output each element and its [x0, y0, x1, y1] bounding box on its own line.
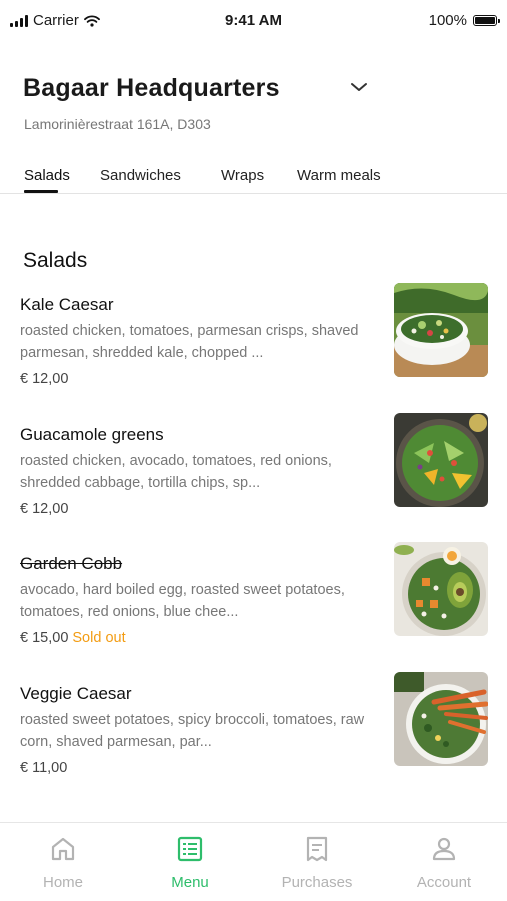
- item-name: Garden Cobb: [20, 554, 123, 573]
- nav-item-purchases[interactable]: Purchases: [254, 823, 380, 901]
- item-price-row: € 11,00: [20, 760, 67, 776]
- item-image-garden-cobb: [394, 542, 488, 636]
- item-name: Veggie Caesar: [20, 684, 132, 703]
- item-description: roasted sweet potatoes, spicy broccoli, …: [20, 709, 370, 753]
- nav-item-home[interactable]: Home: [0, 823, 126, 901]
- status-right: 100%: [428, 12, 500, 29]
- nav-item-account[interactable]: Account: [381, 823, 507, 901]
- tab-warm-meals[interactable]: Warm meals: [297, 167, 381, 184]
- receipt-icon: [306, 836, 328, 862]
- menu-item[interactable]: Veggie Caesar roasted sweet potatoes, sp…: [0, 672, 507, 796]
- item-description: avocado, hard boiled egg, roasted sweet …: [20, 579, 370, 623]
- item-description-line: parmesan, shredded kale, chopped ...: [20, 345, 264, 361]
- item-price-row: € 12,00: [20, 371, 68, 387]
- chevron-down-icon: [351, 83, 367, 91]
- battery-icon: [473, 15, 500, 26]
- section-title: Salads: [23, 249, 88, 272]
- home-icon: [51, 837, 75, 861]
- bottom-navigation: Home Menu Purchases Account: [0, 822, 507, 901]
- location-header: Bagaar Headquarters Lamorinièrestraat 16…: [0, 62, 507, 142]
- nav-item-menu[interactable]: Menu: [127, 823, 253, 901]
- item-price-row: € 15,00 Sold out: [20, 630, 126, 646]
- item-name: Guacamole greens: [20, 425, 164, 444]
- nav-label: Home: [42, 874, 83, 891]
- location-title[interactable]: Bagaar Headquarters: [23, 74, 280, 103]
- tab-salads[interactable]: Salads: [24, 167, 70, 184]
- menu-icon: [177, 836, 203, 862]
- item-description-line: roasted chicken, tomatoes, parmesan cris…: [20, 323, 359, 339]
- nav-label: Menu: [171, 874, 209, 891]
- item-image-kale-caesar: [394, 283, 488, 377]
- tab-wraps[interactable]: Wraps: [221, 167, 264, 184]
- item-image-guacamole-greens: [394, 413, 488, 507]
- item-description-line: tomatoes, red onions, blue chee...: [20, 604, 239, 620]
- item-description-line: avocado, hard boiled egg, roasted sweet …: [20, 582, 345, 598]
- sold-out-badge: Sold out: [72, 630, 126, 646]
- menu-item[interactable]: Guacamole greens roasted chicken, avocad…: [0, 413, 507, 537]
- nav-label: Account: [416, 874, 472, 891]
- item-description: roasted chicken, tomatoes, parmesan cris…: [20, 320, 370, 364]
- account-icon: [432, 837, 456, 861]
- item-description-line: roasted chicken, avocado, tomatoes, red …: [20, 453, 332, 469]
- location-dropdown-button[interactable]: [348, 80, 370, 96]
- nav-label: Purchases: [281, 874, 353, 891]
- status-bar: Carrier 9:41 AM 100%: [0, 0, 507, 44]
- item-name: Kale Caesar: [20, 295, 114, 314]
- item-price: € 15,00: [20, 630, 69, 646]
- active-tab-indicator: [24, 190, 58, 193]
- item-price: € 11,00: [20, 760, 68, 776]
- tab-sandwiches[interactable]: Sandwiches: [100, 167, 181, 184]
- item-description-line: shredded cabbage, tortilla chips, sp...: [20, 475, 261, 491]
- menu-item[interactable]: Kale Caesar roasted chicken, tomatoes, p…: [0, 283, 507, 407]
- menu-item-sold-out[interactable]: Garden Cobb avocado, hard boiled egg, ro…: [0, 542, 507, 666]
- item-description: roasted chicken, avocado, tomatoes, red …: [20, 450, 370, 494]
- item-description-line: corn, shaved parmesan, par...: [20, 734, 212, 750]
- item-price-row: € 12,00: [20, 501, 68, 517]
- item-image-veggie-caesar: [394, 672, 488, 766]
- item-price: € 12,00: [20, 501, 69, 517]
- location-address: Lamorinièrestraat 161A, D303: [24, 116, 211, 132]
- category-tabs: Salads Sandwiches Wraps Warm meals: [0, 160, 507, 194]
- item-description-line: roasted sweet potatoes, spicy broccoli, …: [20, 712, 365, 728]
- item-price: € 12,00: [20, 371, 69, 387]
- battery-percentage: 100%: [428, 12, 467, 29]
